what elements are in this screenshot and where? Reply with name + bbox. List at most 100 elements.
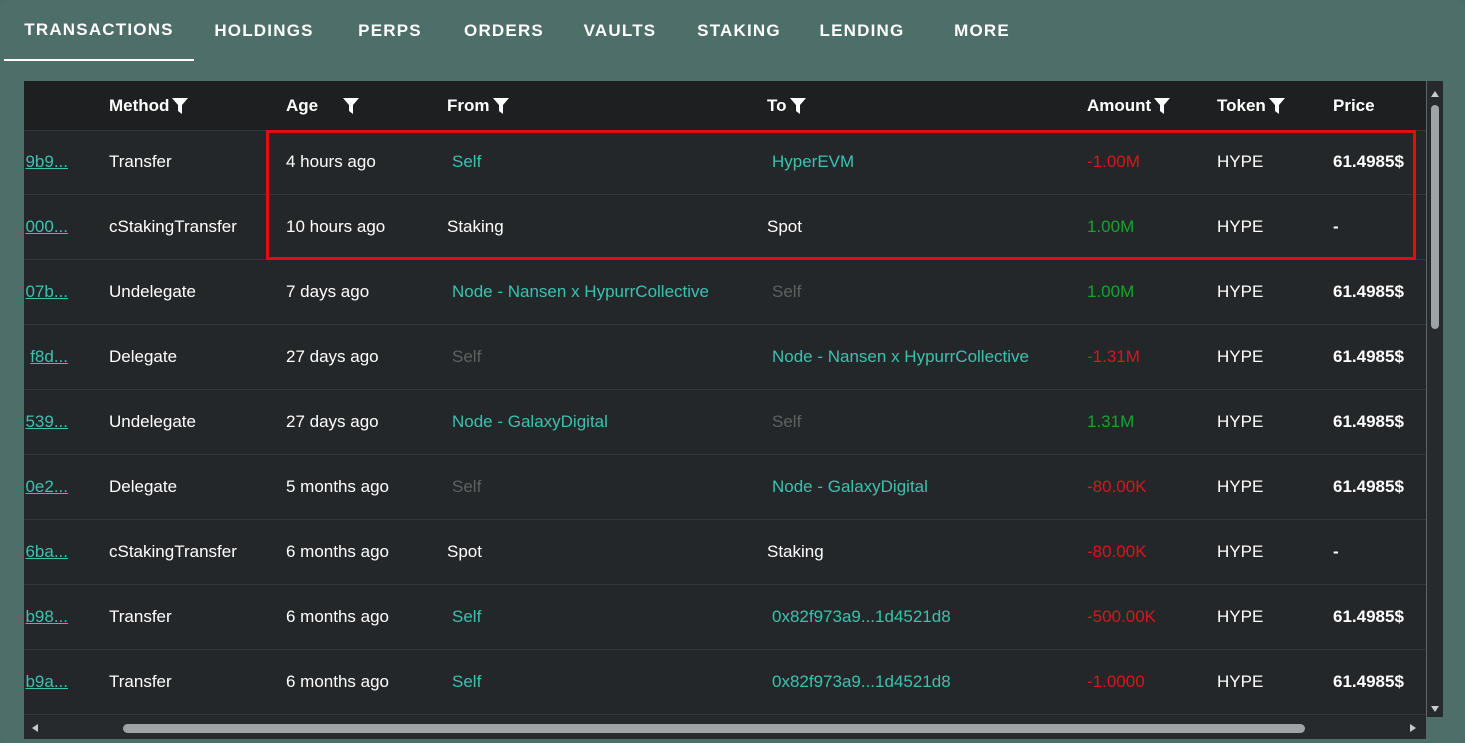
funnel-icon[interactable]	[1153, 97, 1171, 115]
from-cell[interactable]: Self	[452, 585, 481, 649]
header-label-amount: Amount	[1087, 95, 1152, 115]
to-cell: Staking	[767, 542, 824, 561]
column-header-amount[interactable]: Amount	[1087, 81, 1171, 130]
from-cell[interactable]: Self	[452, 650, 481, 714]
header-label-to: To	[767, 95, 787, 115]
to-cell[interactable]: Node - GalaxyDigital	[772, 455, 928, 519]
column-header-from[interactable]: From	[447, 81, 510, 130]
tab-transactions[interactable]: TRANSACTIONS	[4, 0, 194, 61]
method-cell: cStakingTransfer	[109, 542, 237, 561]
price-cell: 61.4985$	[1333, 347, 1404, 366]
scroll-up-arrow-icon[interactable]	[1430, 89, 1440, 99]
tx-hash-link[interactable]: f8d...	[24, 325, 68, 389]
table-row: 07b... Undelegate 7 days ago Node - Nans…	[24, 260, 1426, 325]
to-cell[interactable]: HyperEVM	[772, 130, 854, 194]
funnel-icon[interactable]	[1268, 97, 1286, 115]
amount-cell: -500.00K	[1087, 607, 1156, 626]
to-cell[interactable]: Node - Nansen x HypurrCollective	[772, 325, 1029, 389]
transactions-table: Method Age From To Amount Token Price 9b…	[24, 81, 1426, 717]
price-cell: 61.4985$	[1333, 672, 1404, 691]
method-cell: Transfer	[109, 152, 172, 171]
column-header-price: Price	[1333, 81, 1375, 130]
token-cell: HYPE	[1217, 412, 1264, 431]
age-cell: 6 months ago	[286, 672, 390, 691]
tab-vaults[interactable]: VAULTS	[562, 0, 678, 61]
method-cell: Undelegate	[109, 282, 196, 301]
amount-cell: -1.00M	[1087, 152, 1140, 171]
tx-hash-link[interactable]: 539...	[24, 390, 68, 454]
token-cell: HYPE	[1217, 217, 1264, 236]
token-cell: HYPE	[1217, 542, 1264, 561]
age-cell: 6 months ago	[286, 607, 390, 626]
funnel-icon[interactable]	[342, 97, 360, 115]
horizontal-scroll-thumb[interactable]	[123, 724, 1305, 733]
age-cell: 5 months ago	[286, 477, 390, 496]
to-cell: Spot	[767, 217, 802, 236]
amount-cell: -1.0000	[1087, 672, 1145, 691]
vertical-scroll-thumb[interactable]	[1431, 105, 1439, 329]
to-cell: Self	[772, 412, 802, 431]
price-cell: 61.4985$	[1333, 412, 1404, 431]
tab-perps[interactable]: PERPS	[334, 0, 446, 61]
price-cell: 61.4985$	[1333, 152, 1404, 171]
table-row: f8d... Delegate 27 days ago Self Node - …	[24, 325, 1426, 390]
header-label-age: Age	[286, 95, 319, 115]
from-cell: Self	[452, 477, 482, 496]
from-cell: Self	[452, 347, 482, 366]
funnel-icon[interactable]	[789, 97, 807, 115]
funnel-icon[interactable]	[492, 97, 510, 115]
age-cell: 6 months ago	[286, 542, 390, 561]
to-cell[interactable]: 0x82f973a9...1d4521d8	[772, 585, 951, 649]
scroll-left-arrow-icon[interactable]	[30, 723, 40, 733]
tx-hash-link[interactable]: b9a...	[24, 650, 68, 714]
method-cell: Delegate	[109, 477, 178, 496]
token-cell: HYPE	[1217, 347, 1264, 366]
column-header-to[interactable]: To	[767, 81, 807, 130]
token-cell: HYPE	[1217, 282, 1264, 301]
funnel-icon[interactable]	[171, 97, 189, 115]
to-cell: Self	[772, 282, 802, 301]
method-cell: Transfer	[109, 672, 172, 691]
table-row: 9b9... Transfer 4 hours ago Self HyperEV…	[24, 130, 1426, 195]
method-cell: Undelegate	[109, 412, 196, 431]
tx-hash-link[interactable]: b98...	[24, 585, 68, 649]
table-row: 539... Undelegate 27 days ago Node - Gal…	[24, 390, 1426, 455]
tab-holdings[interactable]: HOLDINGS	[194, 0, 334, 61]
horizontal-scrollbar[interactable]	[24, 717, 1426, 739]
table-header: Method Age From To Amount Token Price	[24, 81, 1426, 131]
tx-hash-link[interactable]: 0e2...	[24, 455, 68, 519]
from-cell[interactable]: Self	[452, 130, 481, 194]
amount-cell: 1.31M	[1087, 412, 1135, 431]
tab-staking[interactable]: STAKING	[678, 0, 800, 61]
tab-orders[interactable]: ORDERS	[446, 0, 562, 61]
table-row: 6ba... cStakingTransfer 6 months ago Spo…	[24, 520, 1426, 585]
to-cell[interactable]: 0x82f973a9...1d4521d8	[772, 650, 951, 714]
token-cell: HYPE	[1217, 152, 1264, 171]
column-header-age[interactable]: Age	[286, 81, 360, 130]
column-header-token[interactable]: Token	[1217, 81, 1286, 130]
tx-hash-link[interactable]: 000...	[24, 195, 68, 259]
tx-hash-link[interactable]: 6ba...	[24, 520, 68, 584]
vertical-scrollbar[interactable]	[1427, 81, 1443, 717]
table-row: b98... Transfer 6 months ago Self 0x82f9…	[24, 585, 1426, 650]
from-cell[interactable]: Node - Nansen x HypurrCollective	[452, 260, 709, 324]
column-header-method[interactable]: Method	[109, 81, 189, 130]
tx-hash-link[interactable]: 07b...	[24, 260, 68, 324]
age-cell: 4 hours ago	[286, 152, 376, 171]
age-cell: 27 days ago	[286, 412, 379, 431]
tab-lending[interactable]: LENDING	[800, 0, 924, 61]
from-cell[interactable]: Node - GalaxyDigital	[452, 390, 608, 454]
scroll-down-arrow-icon[interactable]	[1430, 704, 1440, 714]
scroll-right-arrow-icon[interactable]	[1408, 723, 1418, 733]
amount-cell: -80.00K	[1087, 477, 1147, 496]
tab-more[interactable]: MORE	[924, 0, 1040, 61]
age-cell: 27 days ago	[286, 347, 379, 366]
token-cell: HYPE	[1217, 607, 1264, 626]
token-cell: HYPE	[1217, 672, 1264, 691]
tx-hash-link[interactable]: 9b9...	[24, 130, 68, 194]
amount-cell: -1.31M	[1087, 347, 1140, 366]
price-cell: -	[1333, 542, 1339, 561]
age-cell: 7 days ago	[286, 282, 370, 301]
header-label-method: Method	[109, 95, 170, 115]
amount-cell: 1.00M	[1087, 282, 1135, 301]
